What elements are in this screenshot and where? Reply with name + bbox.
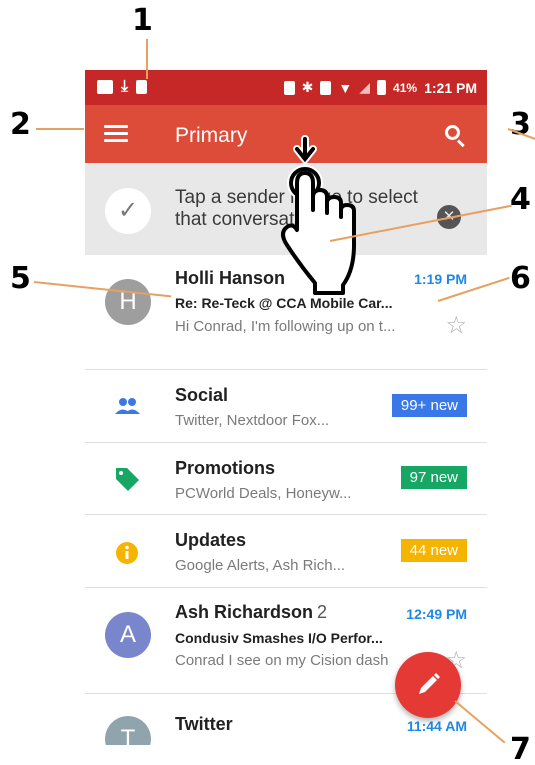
email-subject: Re: Re-Teck @ CCA Mobile Car... xyxy=(175,295,393,311)
thread-count: 2 xyxy=(317,602,328,622)
sender-name-text: Ash Richardson xyxy=(175,602,314,622)
category-row-updates[interactable]: Updates Google Alerts, Ash Rich... 44 ne… xyxy=(85,515,487,588)
callout-1: 1 xyxy=(132,3,153,38)
callout-2: 2 xyxy=(10,107,31,142)
new-count-badge: 44 new xyxy=(400,539,467,562)
info-icon xyxy=(116,542,138,564)
callout-4: 4 xyxy=(510,182,531,217)
email-time: 11:44 AM xyxy=(406,718,467,734)
email-snippet: Hi Conrad, I'm following up on t... xyxy=(175,318,396,335)
category-title: Updates xyxy=(175,530,247,550)
clock: 1:21 PM xyxy=(424,79,477,96)
callout-7: 7 xyxy=(510,732,531,765)
star-icon[interactable]: ☆ xyxy=(445,311,467,340)
image-notification-icon xyxy=(136,80,148,94)
sender-avatar[interactable]: A xyxy=(105,612,151,658)
wifi-icon: ▼ xyxy=(338,79,353,96)
callout-line-1 xyxy=(146,39,148,79)
tap-gesture-hand-icon xyxy=(281,135,356,295)
screenshot-icon xyxy=(283,80,295,95)
sender-avatar[interactable]: T xyxy=(105,716,151,745)
callout-line-2 xyxy=(36,128,84,130)
category-title: Social xyxy=(175,385,229,405)
battery-icon xyxy=(377,80,387,95)
new-count-badge: 99+ new xyxy=(391,394,467,417)
email-subject: Condusiv Smashes I/O Perfor... xyxy=(175,630,383,646)
hamburger-menu-icon[interactable] xyxy=(104,125,128,143)
email-time: 12:49 PM xyxy=(406,606,467,622)
phone-screen: ⤓ ✱ ▼ ◢ 41% 1:21 PM Primary ✓ Tap a send… xyxy=(85,70,487,745)
category-senders: PCWorld Deals, Honeyw... xyxy=(175,485,352,502)
sender-name: Twitter xyxy=(175,714,233,734)
pencil-icon xyxy=(419,673,440,694)
category-row-promotions[interactable]: Promotions PCWorld Deals, Honeyw... 97 n… xyxy=(85,443,487,515)
new-count-badge: 97 new xyxy=(400,466,467,489)
bluetooth-icon: ✱ xyxy=(301,79,314,95)
people-icon xyxy=(115,398,140,414)
email-snippet: Conrad I see on my Cision dash xyxy=(175,652,389,669)
callout-5: 5 xyxy=(10,261,31,296)
category-title: Promotions xyxy=(175,458,276,478)
category-senders: Google Alerts, Ash Rich... xyxy=(175,557,346,574)
download-icon: ⤓ xyxy=(121,78,129,95)
no-sim-icon: ◢ xyxy=(359,79,371,95)
category-senders: Twitter, Nextdoor Fox... xyxy=(175,412,330,429)
sender-name: Ash Richardson 2 xyxy=(175,602,327,623)
tag-icon xyxy=(116,468,139,491)
email-time: 1:19 PM xyxy=(414,271,467,287)
callout-6: 6 xyxy=(510,261,531,296)
search-icon[interactable] xyxy=(445,125,467,148)
battery-percent: 41% xyxy=(393,80,418,95)
sender-avatar[interactable]: H xyxy=(105,279,151,325)
checkmark-icon: ✓ xyxy=(105,188,151,234)
category-row-social[interactable]: Social Twitter, Nextdoor Fox... 99+ new xyxy=(85,370,487,443)
vibrate-icon xyxy=(320,80,332,95)
message-notification-icon xyxy=(97,80,113,94)
app-bar-title: Primary xyxy=(175,124,248,147)
compose-button[interactable] xyxy=(395,652,461,718)
